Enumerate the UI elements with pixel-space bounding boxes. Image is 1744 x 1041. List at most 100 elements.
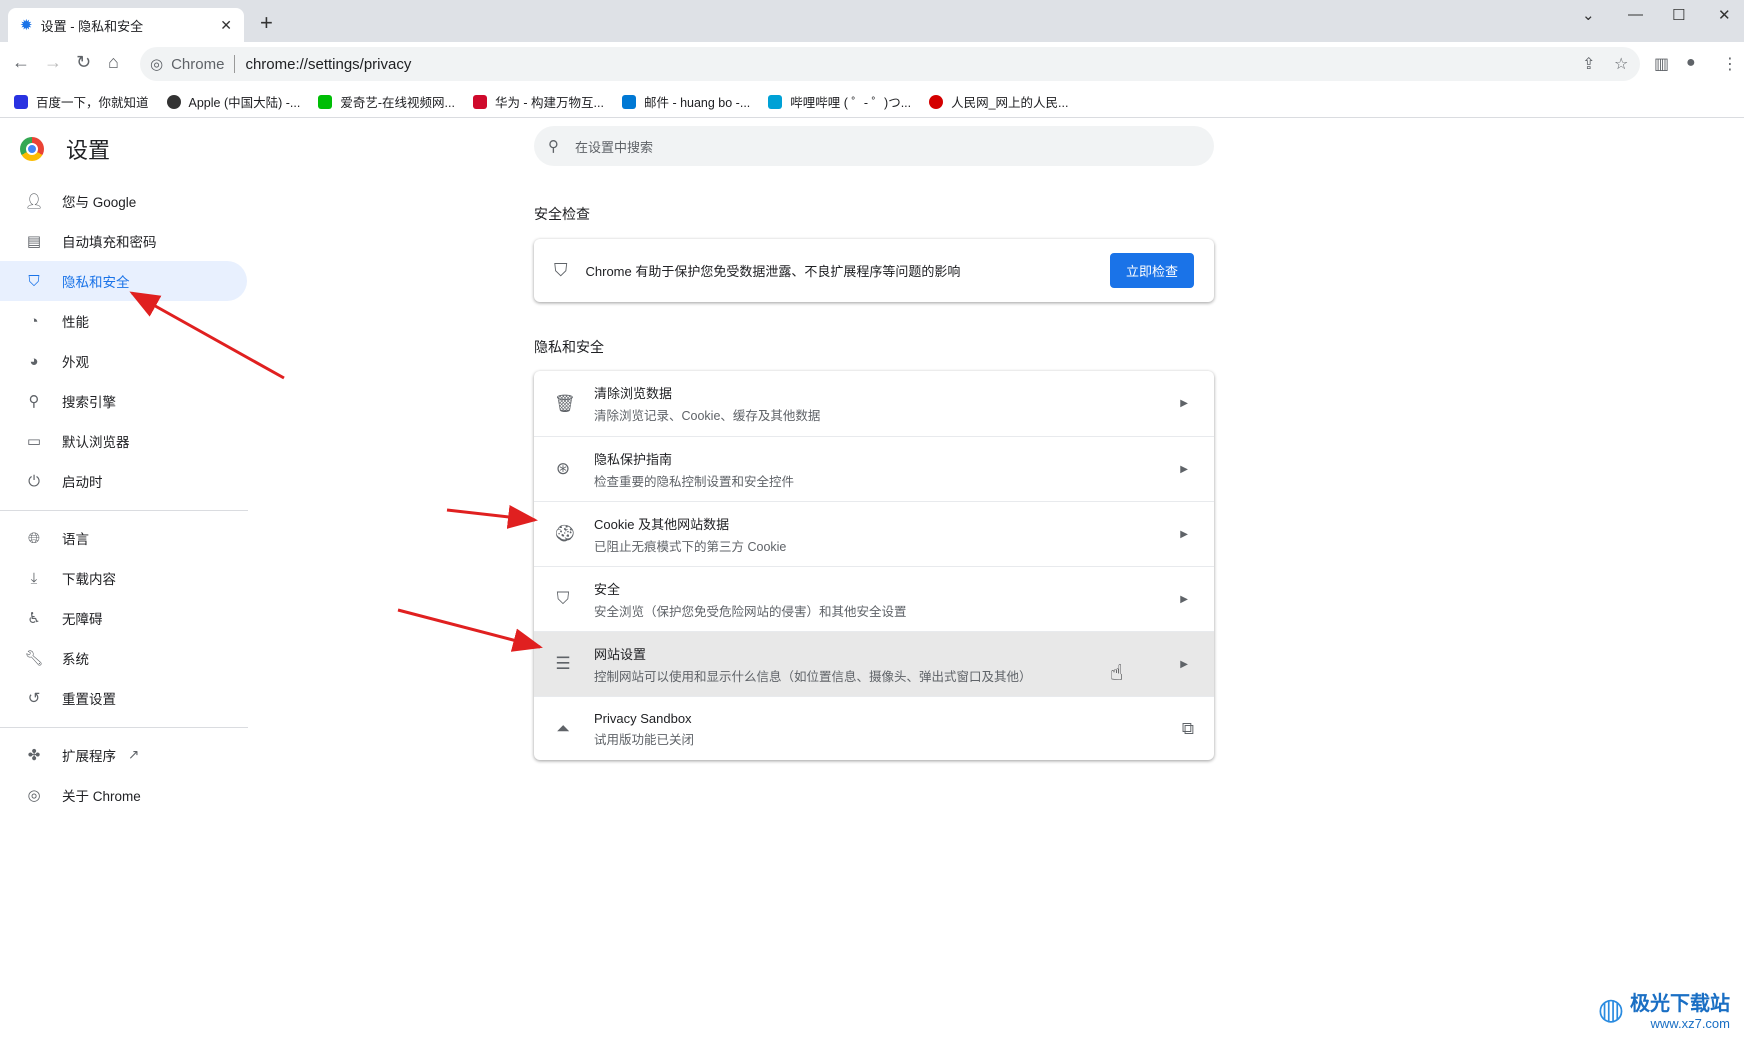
share-icon[interactable]: ⇪ <box>1582 54 1595 74</box>
watermark-name: 极光下载站 <box>1630 993 1730 1015</box>
bookmark-item[interactable]: 爱奇艺-在线视频网... <box>318 92 455 111</box>
menu-icon[interactable]: ⋮ <box>1722 54 1738 74</box>
bookmark-item[interactable]: Apple (中国大陆) -... <box>166 92 301 111</box>
settings-search-input[interactable]: ⚲ 在设置中搜索 <box>534 126 1214 166</box>
globe-icon: 🌐︎ <box>27 529 40 547</box>
tab-strip: ✹ 设置 - 隐私和安全 ✕ + ⌄ — ☐ ✕ <box>0 0 1744 42</box>
new-tab-button[interactable]: + <box>260 10 273 36</box>
cookie-icon: 🍪︎ <box>554 524 576 543</box>
bookmark-item[interactable]: 邮件 - huang bo -... <box>621 92 750 111</box>
sidebar-item-reset[interactable]: ↺ 重置设置 <box>0 678 247 718</box>
sidebar-item-label: 关于 Chrome <box>62 789 141 804</box>
safety-check-card: ⛉ Chrome 有助于保护您免受数据泄露、不良扩展程序等问题的影响 立即检查 <box>534 239 1214 302</box>
security-row[interactable]: ⛉ 安全 安全浏览（保护您免受危险网站的侵害）和其他安全设置 ▶ <box>534 566 1214 631</box>
forward-icon[interactable]: → <box>44 52 62 73</box>
apple-icon <box>166 94 181 109</box>
tab-search-icon[interactable]: ⌄ <box>1582 6 1595 24</box>
safety-check-text: Chrome 有助于保护您免受数据泄露、不良扩展程序等问题的影响 <box>585 264 961 279</box>
row-title: 安全 <box>594 581 621 597</box>
side-panel-icon[interactable]: ▥ <box>1654 54 1669 74</box>
huawei-icon <box>472 94 487 109</box>
chrome-icon: ◎ <box>27 787 41 804</box>
outlook-icon <box>621 94 636 109</box>
trash-icon: 🗑︎ <box>554 393 576 413</box>
red-arrow <box>446 505 538 529</box>
shield-icon: ⛉ <box>556 589 570 608</box>
profile-avatar[interactable]: ● <box>1686 54 1696 72</box>
row-title: 隐私保护指南 <box>594 451 673 467</box>
close-window-button[interactable]: ✕ <box>1718 6 1731 24</box>
minimize-button[interactable]: — <box>1628 6 1643 23</box>
bookmark-label: Apple (中国大陆) -... <box>188 96 301 110</box>
row-title: Cookie 及其他网站数据 <box>594 516 730 532</box>
row-subtitle: 试用版功能已关闭 <box>594 732 695 747</box>
iqiyi-icon <box>318 94 333 109</box>
sliders-icon: ☰ <box>555 654 571 673</box>
sidebar-item-google[interactable]: 👤︎ 您与 Google <box>0 181 247 221</box>
sidebar-item-autofill[interactable]: ▤ 自动填充和密码 <box>0 221 247 261</box>
gear-icon: ✹ <box>20 17 33 34</box>
sidebar-item-performance[interactable]: ◔ 性能 <box>0 301 247 341</box>
browser-icon: ▭ <box>26 433 42 450</box>
back-icon[interactable]: ← <box>12 52 30 73</box>
sidebar-item-search-engine[interactable]: ⚲ 搜索引擎 <box>0 381 247 421</box>
sidebar-item-label: 默认浏览器 <box>62 435 130 450</box>
row-title: Privacy Sandbox <box>594 710 692 726</box>
close-tab-icon[interactable]: ✕ <box>220 17 232 34</box>
bookmark-item[interactable]: 人民网_网上的人民... <box>929 92 1068 111</box>
sidebar-divider <box>0 510 248 511</box>
sidebar-item-system[interactable]: 🔧︎ 系统 <box>0 638 247 678</box>
bookmark-item[interactable]: 哔哩哔哩 ( ゜- ゜)つ... <box>768 92 911 111</box>
bookmark-item[interactable]: 百度一下，你就知道 <box>14 92 149 111</box>
omnibox-label: Chrome <box>171 55 225 73</box>
search-icon: ⚲ <box>28 393 40 410</box>
hand-cursor-icon: ☝ <box>1110 660 1124 685</box>
sidebar-item-appearance[interactable]: ◕ 外观 <box>0 341 247 381</box>
sidebar-item-about[interactable]: ◎ 关于 Chrome <box>0 775 247 815</box>
privacy-guide-row[interactable]: ⊛ 隐私保护指南 检查重要的隐私控制设置和安全控件 ▶ <box>534 436 1214 501</box>
external-link-icon: ⧉ <box>1181 719 1194 738</box>
baidu-icon <box>14 94 28 109</box>
sidebar-item-label: 扩展程序 <box>62 749 116 764</box>
row-subtitle: 已阻止无痕模式下的第三方 Cookie <box>594 539 787 554</box>
row-subtitle: 检查重要的隐私控制设置和安全控件 <box>594 474 795 489</box>
sidebar-divider <box>0 727 248 728</box>
row-title: 网站设置 <box>594 646 647 662</box>
speedometer-icon: ◔ <box>29 312 39 330</box>
maximize-button[interactable]: ☐ <box>1672 6 1685 24</box>
row-subtitle: 安全浏览（保护您免受危险网站的侵害）和其他安全设置 <box>594 604 907 619</box>
external-link-icon: ↗ <box>128 747 140 762</box>
clear-browsing-data-row[interactable]: 🗑︎ 清除浏览数据 清除浏览记录、Cookie、缓存及其他数据 ▶ <box>534 371 1214 436</box>
tab-settings[interactable]: ✹ 设置 - 隐私和安全 ✕ <box>8 8 244 42</box>
page-title: 设置 <box>66 138 111 163</box>
row-title: 清除浏览数据 <box>594 386 673 401</box>
accessibility-icon: ♿︎ <box>27 610 41 627</box>
bookmark-label: 人民网_网上的人民... <box>951 96 1069 110</box>
home-icon[interactable]: ⌂ <box>108 52 119 73</box>
sidebar-item-accessibility[interactable]: ♿︎ 无障碍 <box>0 598 247 638</box>
url-text: chrome://settings/privacy <box>245 55 412 73</box>
compass-icon: ⊛ <box>555 459 571 478</box>
bookmark-item[interactable]: 华为 - 构建万物互... <box>472 92 604 111</box>
search-placeholder: 在设置中搜索 <box>575 139 654 155</box>
bookmark-label: 哔哩哔哩 ( ゜- ゜)つ... <box>790 96 912 110</box>
check-now-button[interactable]: 立即检查 <box>1109 253 1194 288</box>
watermark: ◍ 极光下载站 www.xz7.com <box>1598 987 1730 1032</box>
reload-icon[interactable]: ↻ <box>76 52 91 73</box>
sidebar-item-extensions[interactable]: ✤ 扩展程序 ↗ <box>0 735 247 775</box>
bookmark-label: 爱奇艺-在线视频网... <box>340 96 455 110</box>
sidebar-item-downloads[interactable]: ⤓ 下载内容 <box>0 558 247 598</box>
search-icon: ⚲ <box>548 138 559 155</box>
sidebar-item-privacy[interactable]: ⛉ 隐私和安全 <box>0 261 247 301</box>
sidebar-item-startup[interactable]: ⏻ 启动时 <box>0 461 247 501</box>
sidebar-item-default-browser[interactable]: ▭ 默认浏览器 <box>0 421 247 461</box>
privacy-sandbox-row[interactable]: ⏶ Privacy Sandbox 试用版功能已关闭 ⧉ <box>534 696 1214 760</box>
tab-title: 设置 - 隐私和安全 <box>40 18 144 34</box>
sidebar-item-label: 隐私和安全 <box>62 275 130 290</box>
bookmark-star-icon[interactable]: ☆ <box>1614 54 1628 74</box>
bilibili-icon <box>768 94 783 109</box>
sidebar-item-languages[interactable]: 🌐︎ 语言 <box>0 518 247 558</box>
sidebar-item-label: 语言 <box>62 532 89 547</box>
address-bar[interactable]: ◎ Chrome chrome://settings/privacy <box>140 47 1640 81</box>
cookies-row[interactable]: 🍪︎ Cookie 及其他网站数据 已阻止无痕模式下的第三方 Cookie ▶ <box>534 501 1214 566</box>
